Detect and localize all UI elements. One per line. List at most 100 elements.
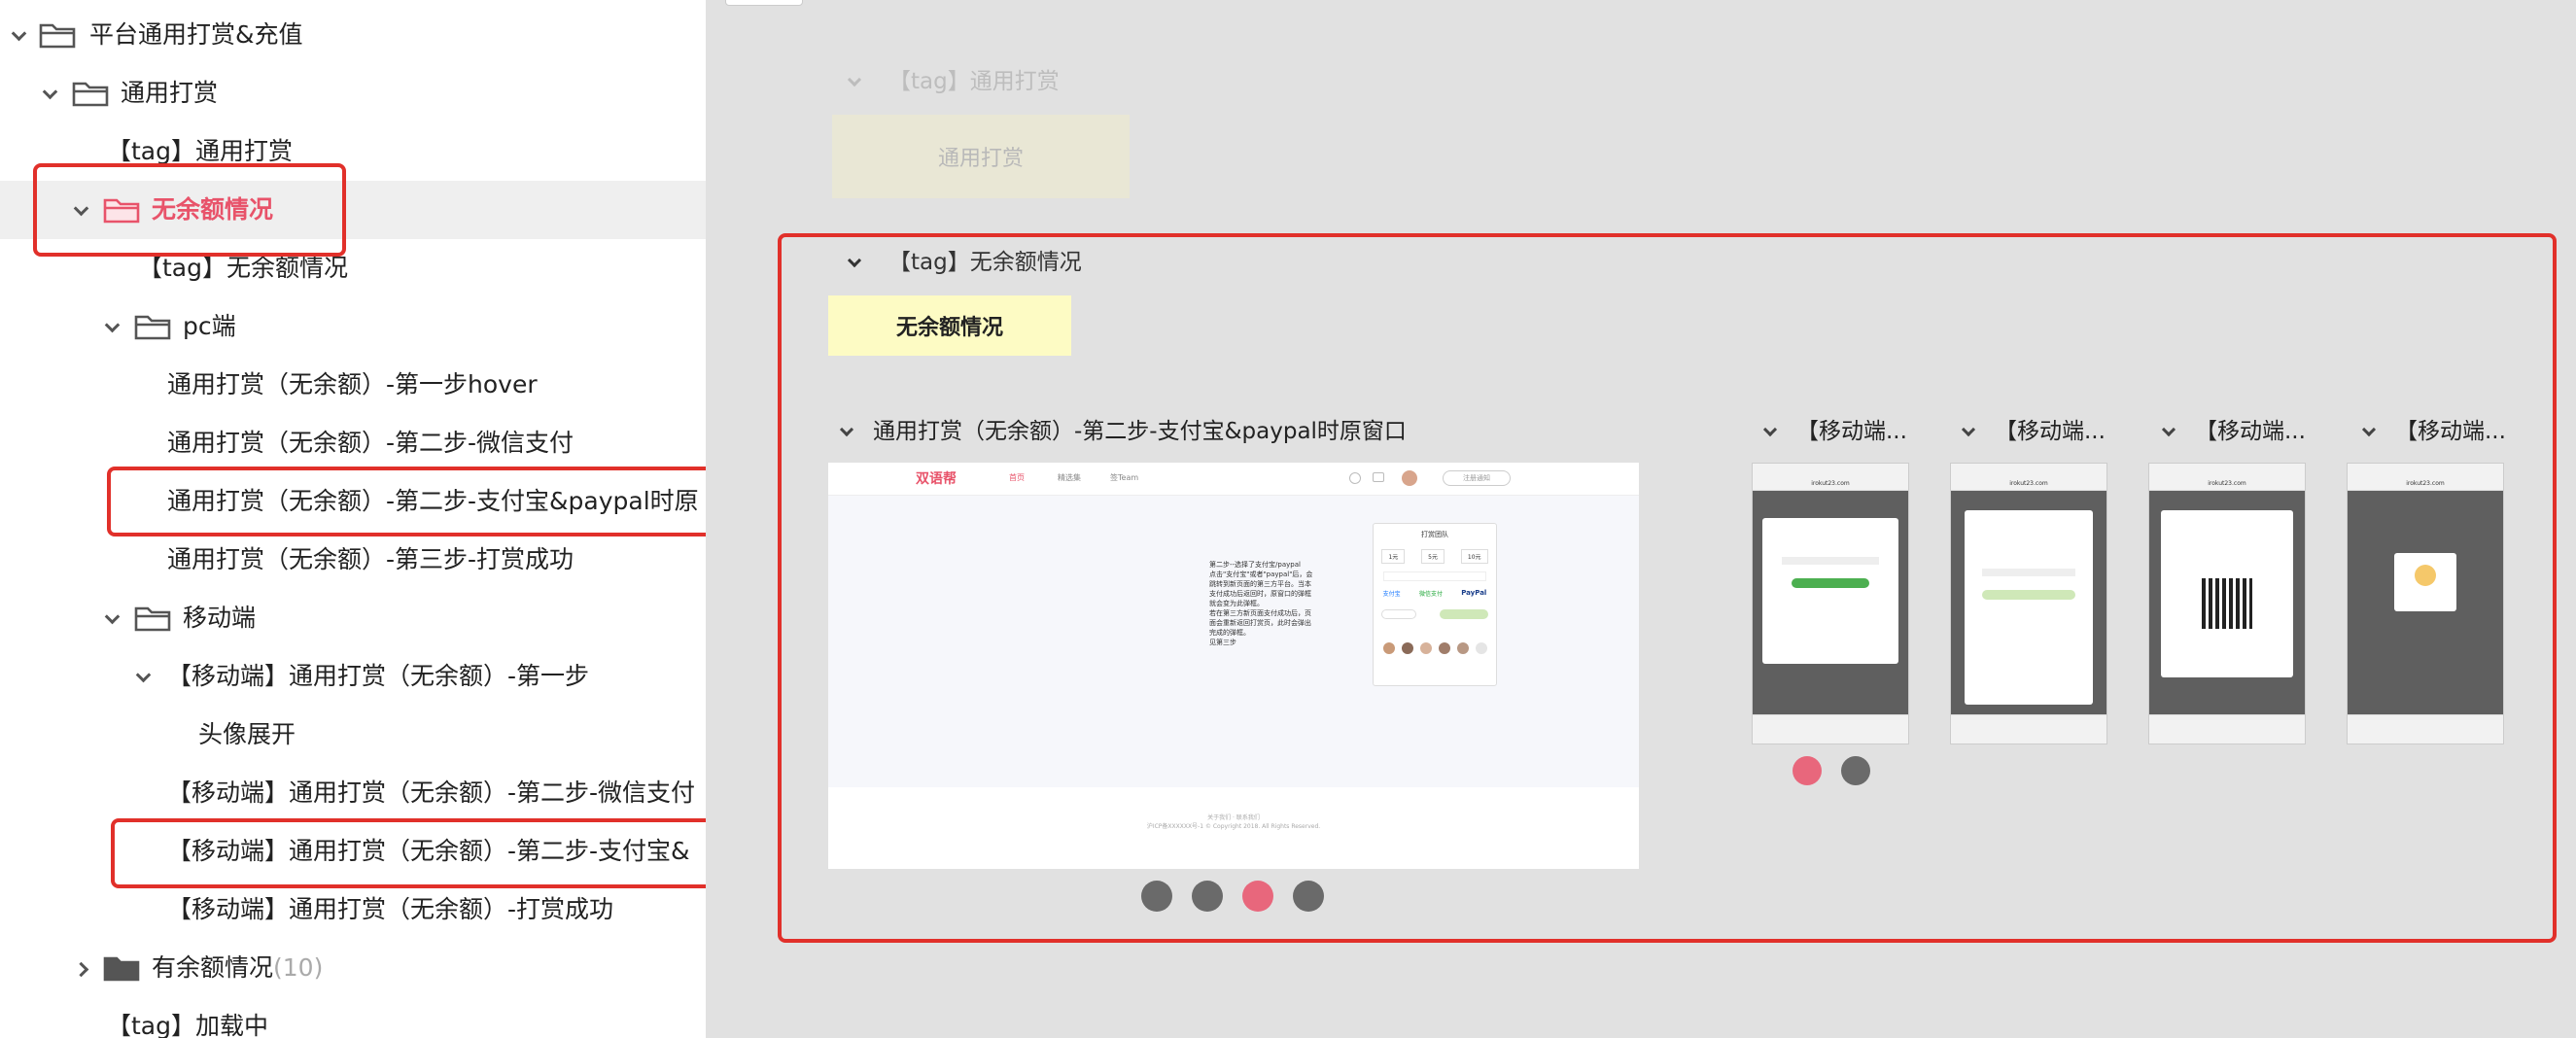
tree-label: 通用打赏（无余额）-第二步-微信支付: [167, 429, 574, 457]
tree-row-tag-loading[interactable]: 【tag】加载中: [0, 997, 706, 1038]
avatar: [1402, 470, 1417, 486]
url-bar: irokut23.com: [2348, 477, 2503, 491]
mobile-frame-thumbnail[interactable]: irokut23.com: [1950, 463, 2107, 744]
site-logo: 双语帮: [916, 471, 957, 487]
chevron-down-icon[interactable]: [105, 320, 119, 333]
section-header-no-balance[interactable]: 【tag】无余额情况: [836, 247, 1082, 278]
avatar: [1419, 642, 1432, 654]
status-bar: [2149, 464, 2305, 477]
success-sheet: [2394, 553, 2456, 611]
tree-label: 【tag】通用打赏: [107, 137, 293, 165]
tree-row-tag-general[interactable]: 【tag】通用打赏: [0, 122, 706, 181]
avatar: [1401, 642, 1413, 654]
design-canvas[interactable]: 【tag】通用打赏 通用打赏 【tag】无余额情况 无余额情况 通用打赏（无余额…: [706, 0, 2576, 1038]
mobile-frame-thumbnail[interactable]: irokut23.com: [2347, 463, 2504, 744]
mobile-frame-thumbnail[interactable]: irokut23.com: [2148, 463, 2306, 744]
dim-overlay: [1753, 491, 1908, 716]
tree-row-pc[interactable]: pc端: [0, 297, 706, 356]
chevron-right-icon[interactable]: [76, 961, 89, 975]
tree-row-page[interactable]: 通用打赏（无余额）-第三步-打赏成功: [0, 531, 706, 589]
message-icon: [1373, 472, 1384, 482]
tree-row-page[interactable]: 【移动端】通用打赏（无余额）-第二步-支付宝&: [0, 822, 706, 881]
tree-row-avatar-expand[interactable]: 头像展开: [0, 706, 706, 764]
chevron-down-icon[interactable]: [847, 253, 862, 267]
status-bar: [2348, 464, 2503, 477]
folder-open-icon: [134, 605, 171, 632]
frame-title-mobile[interactable]: 【移动端...: [2154, 416, 2306, 447]
folder-closed-icon: [103, 954, 140, 982]
pager-dot[interactable]: [1293, 881, 1324, 912]
chevron-down-icon[interactable]: [74, 203, 87, 217]
url-bar: irokut23.com: [1951, 477, 2106, 491]
tree-row-page[interactable]: 通用打赏（无余额）-第二步-支付宝&paypal时原: [0, 472, 706, 531]
chevron-down-icon[interactable]: [43, 86, 56, 100]
chevron-down-icon[interactable]: [12, 28, 25, 42]
tree-label: 【移动端】通用打赏（无余额）-打赏成功: [167, 895, 614, 923]
tree-row-page[interactable]: 【移动端】通用打赏（无余额）-打赏成功: [0, 881, 706, 939]
item-count: (10): [273, 953, 324, 982]
chevron-down-icon[interactable]: [2361, 422, 2377, 436]
browser-toolbar: [1951, 714, 2106, 744]
tree-label: 无余额情况: [152, 195, 274, 224]
tag-box-no-balance[interactable]: 无余额情况: [828, 295, 1071, 356]
tree-row-general-reward[interactable]: 通用打赏: [0, 64, 706, 122]
section-header-general[interactable]: 【tag】通用打赏: [836, 66, 1060, 97]
footer-copyright: 沪ICP备XXXXXX号-1 © Copyright 2018. All Rig…: [1146, 823, 1321, 830]
tag-box-general[interactable]: 通用打赏: [832, 115, 1130, 198]
pager-dot[interactable]: [1192, 881, 1223, 912]
tree-row-page[interactable]: 通用打赏（无余额）-第一步hover: [0, 356, 706, 414]
tree-row-tag-no-balance[interactable]: 【tag】无余额情况: [0, 239, 706, 297]
pager-dot-active[interactable]: [1242, 881, 1273, 912]
tree-label: 通用打赏（无余额）-第二步-支付宝&paypal时原: [167, 487, 699, 515]
folder-open-icon: [39, 21, 76, 49]
tree-label: 【tag】无余额情况: [138, 254, 348, 282]
search-input: 注册通知: [1443, 470, 1511, 486]
pc-navbar: 双语帮 首页 精选集 签Team 注册通知: [828, 463, 1639, 496]
alipay-option: 支付宝: [1382, 591, 1401, 598]
chevron-down-icon[interactable]: [1961, 422, 1976, 436]
tree-row-page[interactable]: 【移动端】通用打赏（无余额）-第二步-微信支付: [0, 764, 706, 822]
tree-label: 【移动端】通用打赏（无余额）-第二步-支付宝&: [167, 837, 690, 865]
frame-title: 【移动端...: [2195, 419, 2306, 444]
tree-row-page[interactable]: 通用打赏（无余额）-第二步-微信支付: [0, 414, 706, 472]
avatar: [1382, 642, 1395, 654]
mobile-frame-thumbnail[interactable]: irokut23.com: [1752, 463, 1909, 744]
tree-row-platform[interactable]: 平台通用打赏&充值: [0, 6, 706, 64]
frame-title: 【移动端...: [1796, 419, 1907, 444]
url-bar: irokut23.com: [2149, 477, 2305, 491]
pager-dot[interactable]: [1841, 756, 1870, 785]
pager-dot[interactable]: [1141, 881, 1172, 912]
pager-dot-active[interactable]: [1793, 756, 1822, 785]
tree-row-has-balance[interactable]: 有余额情况(10): [0, 939, 706, 997]
search-icon: [1349, 472, 1361, 484]
chevron-down-icon[interactable]: [847, 72, 862, 86]
qr-code: [2202, 578, 2252, 629]
chevron-down-icon[interactable]: [1762, 422, 1778, 436]
status-bar: [1951, 464, 2106, 477]
mobile-frame-pager: [1793, 756, 1870, 785]
frame-title-pc[interactable]: 通用打赏（无余额）-第二步-支付宝&paypal时原窗口: [832, 416, 1407, 447]
qr-sheet: [2161, 510, 2293, 677]
success-emoji-icon: [2415, 565, 2436, 586]
reward-sheet: [1965, 510, 2093, 705]
tree-label: 通用打赏: [121, 79, 219, 107]
tree-row-mobile-step1[interactable]: 【移动端】通用打赏（无余额）-第一步: [0, 647, 706, 706]
tree-row-no-balance[interactable]: 无余额情况: [0, 181, 706, 239]
frame-title-mobile[interactable]: 【移动端...: [1954, 416, 2106, 447]
tree-row-mobile[interactable]: 移动端: [0, 589, 706, 647]
toolbar-stub: [725, 0, 803, 6]
chevron-down-icon[interactable]: [839, 422, 854, 436]
avatar: [1456, 642, 1469, 654]
chevron-down-icon[interactable]: [136, 670, 150, 683]
pc-frame-thumbnail[interactable]: 双语帮 首页 精选集 签Team 注册通知 第二步--选择了支付宝/paypal…: [828, 463, 1639, 869]
status-bar: [1753, 464, 1908, 477]
tree-label: 【tag】加载中: [107, 1012, 268, 1038]
chevron-down-icon[interactable]: [2161, 422, 2176, 436]
dim-overlay: [2348, 491, 2503, 716]
chevron-down-icon[interactable]: [105, 611, 119, 625]
frame-title-mobile[interactable]: 【移动端...: [2354, 416, 2506, 447]
nav-link: 首页: [1009, 473, 1025, 482]
amount-option: 1元: [1381, 549, 1406, 564]
frame-title-mobile[interactable]: 【移动端...: [1756, 416, 1907, 447]
section-title: 【tag】无余额情况: [888, 250, 1082, 275]
